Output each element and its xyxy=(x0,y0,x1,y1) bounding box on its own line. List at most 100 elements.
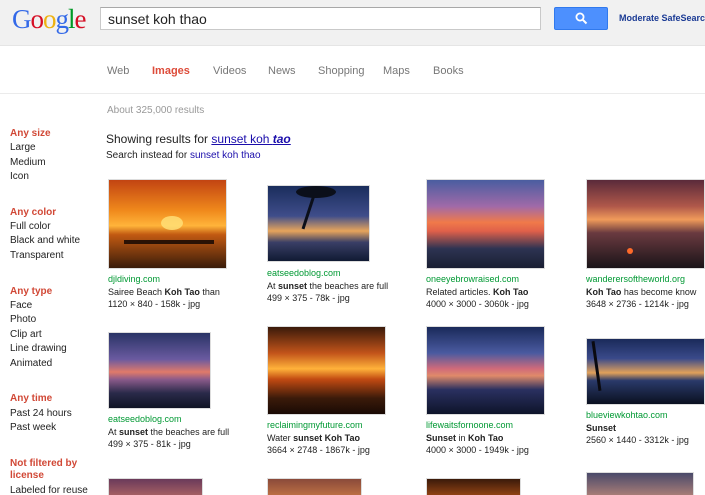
desc-text: has become know xyxy=(621,287,697,297)
search-button[interactable] xyxy=(554,7,608,30)
thumbnail-sun xyxy=(161,216,183,230)
corrected-query-b: tao xyxy=(272,132,291,146)
tab-shopping[interactable]: Shopping xyxy=(318,65,365,77)
thumbnail-palm-leaves xyxy=(296,186,336,198)
filter-color-transparent[interactable]: Transparent xyxy=(10,250,64,261)
desc-text: than xyxy=(199,287,220,297)
result-cite[interactable]: blueviewkohtao.com xyxy=(586,410,668,420)
filter-license-heading-2[interactable]: license xyxy=(10,470,44,481)
desc-bold: sunset xyxy=(119,427,149,437)
filter-license-reuse[interactable]: Labeled for reuse xyxy=(10,485,88,495)
desc-bold: Sunset xyxy=(586,423,617,433)
desc-bold: Koh Tao xyxy=(468,433,504,443)
desc-text: the beaches are full xyxy=(307,281,389,291)
result-desc: Sairee Beach Koh Tao than xyxy=(108,287,220,297)
result-stats: About 325,000 results xyxy=(107,105,205,116)
original-query-link[interactable]: sunset koh thao xyxy=(190,150,261,161)
desc-text: Sairee Beach xyxy=(108,287,165,297)
image-thumbnail[interactable] xyxy=(108,179,227,269)
result-cite[interactable]: oneeyebrowraised.com xyxy=(426,274,519,284)
filter-time-24h[interactable]: Past 24 hours xyxy=(10,408,72,419)
result-cite[interactable]: eatseedoblog.com xyxy=(108,414,182,424)
thumbnail-lights xyxy=(627,248,633,254)
filter-size-heading[interactable]: Any size xyxy=(10,128,51,139)
result-desc: Koh Tao has become know xyxy=(586,287,696,297)
image-thumbnail[interactable] xyxy=(108,478,203,495)
filter-type-heading[interactable]: Any type xyxy=(10,286,52,297)
image-thumbnail[interactable] xyxy=(267,185,370,262)
result-cite[interactable]: reclaimingmyfuture.com xyxy=(267,420,363,430)
header: Google sunset koh thao Moderate SafeSear… xyxy=(0,0,705,46)
result-meta: 3664 × 2748 - 1867k - jpg xyxy=(267,445,370,455)
image-thumbnail[interactable] xyxy=(426,179,545,269)
image-thumbnail[interactable] xyxy=(586,179,705,269)
desc-bold: Koh Tao xyxy=(586,287,622,297)
result-desc: Sunset xyxy=(586,423,616,433)
image-thumbnail[interactable] xyxy=(586,472,694,495)
result-desc: Water sunset Koh Tao xyxy=(267,433,360,443)
google-logo[interactable]: Google xyxy=(12,4,86,35)
image-thumbnail[interactable] xyxy=(108,332,211,409)
result-meta: 4000 × 3000 - 3060k - jpg xyxy=(426,299,529,309)
result-cite[interactable]: djldiving.com xyxy=(108,274,160,284)
image-thumbnail[interactable] xyxy=(426,478,521,495)
instead-prefix: Search instead for xyxy=(106,150,190,161)
logo-letter: o xyxy=(30,4,44,34)
filter-size-medium[interactable]: Medium xyxy=(10,157,46,168)
tab-books[interactable]: Books xyxy=(433,65,464,77)
image-thumbnail[interactable] xyxy=(426,326,545,415)
filter-color-heading[interactable]: Any color xyxy=(10,207,56,218)
tab-videos[interactable]: Videos xyxy=(213,65,246,77)
result-desc: At sunset the beaches are full xyxy=(108,427,229,437)
showing-prefix: Showing results for xyxy=(106,132,212,146)
desc-bold: Koh Tao xyxy=(164,287,200,297)
filter-type-linedrawing[interactable]: Line drawing xyxy=(10,343,67,354)
thumbnail-palm xyxy=(591,341,602,391)
safesearch-link[interactable]: Moderate SafeSearch is xyxy=(619,13,705,23)
desc-bold: Koh Tao xyxy=(493,287,529,297)
desc-text: Water xyxy=(267,433,294,443)
desc-text: At xyxy=(267,281,279,291)
filter-size-icon[interactable]: Icon xyxy=(10,171,29,182)
result-desc: Sunset in Koh Tao xyxy=(426,433,503,443)
logo-letter: e xyxy=(74,4,87,34)
result-meta: 2560 × 1440 - 3312k - jpg xyxy=(586,435,689,445)
thumbnail-boats xyxy=(124,240,214,244)
result-meta: 1120 × 840 - 158k - jpg xyxy=(108,299,201,309)
filter-type-photo[interactable]: Photo xyxy=(10,314,36,325)
desc-text: the beaches are full xyxy=(148,427,230,437)
logo-letter: o xyxy=(43,4,56,34)
tab-maps[interactable]: Maps xyxy=(383,65,410,77)
image-thumbnail[interactable] xyxy=(267,478,362,495)
image-thumbnail[interactable] xyxy=(267,326,386,415)
filter-type-clipart[interactable]: Clip art xyxy=(10,329,42,340)
filter-color-bw[interactable]: Black and white xyxy=(10,235,80,246)
result-cite[interactable]: wanderersoftheworld.org xyxy=(586,274,685,284)
image-thumbnail[interactable] xyxy=(586,338,705,405)
filter-license-heading-1[interactable]: Not filtered by xyxy=(10,458,77,469)
filter-type-face[interactable]: Face xyxy=(10,300,32,311)
result-desc: At sunset the beaches are full xyxy=(267,281,388,291)
desc-bold: Sunset xyxy=(426,433,457,443)
result-meta: 4000 × 3000 - 1949k - jpg xyxy=(426,445,529,455)
search-input[interactable]: sunset koh thao xyxy=(100,7,541,30)
corrected-query-link[interactable]: sunset koh tao xyxy=(211,132,290,146)
filter-color-full[interactable]: Full color xyxy=(10,221,51,232)
result-cite[interactable]: eatseedoblog.com xyxy=(267,268,341,278)
desc-bold: sunset xyxy=(278,281,308,291)
tab-web[interactable]: Web xyxy=(107,65,129,77)
corrected-query-a: sunset koh xyxy=(211,132,273,146)
filter-time-heading[interactable]: Any time xyxy=(10,393,52,404)
filter-type-animated[interactable]: Animated xyxy=(10,358,52,369)
desc-text: in xyxy=(456,433,469,443)
desc-text: At xyxy=(108,427,120,437)
desc-bold: sunset Koh Tao xyxy=(293,433,361,443)
filter-size-large[interactable]: Large xyxy=(10,142,36,153)
tab-news[interactable]: News xyxy=(268,65,296,77)
filter-time-week[interactable]: Past week xyxy=(10,422,56,433)
result-cite[interactable]: lifewaitsfornoone.com xyxy=(426,420,513,430)
result-meta: 499 × 375 - 81k - jpg xyxy=(108,439,191,449)
desc-text: Related articles. xyxy=(426,287,494,297)
tab-images[interactable]: Images xyxy=(152,65,190,77)
search-tabs: Web Images Videos News Shopping Maps Boo… xyxy=(0,46,705,94)
